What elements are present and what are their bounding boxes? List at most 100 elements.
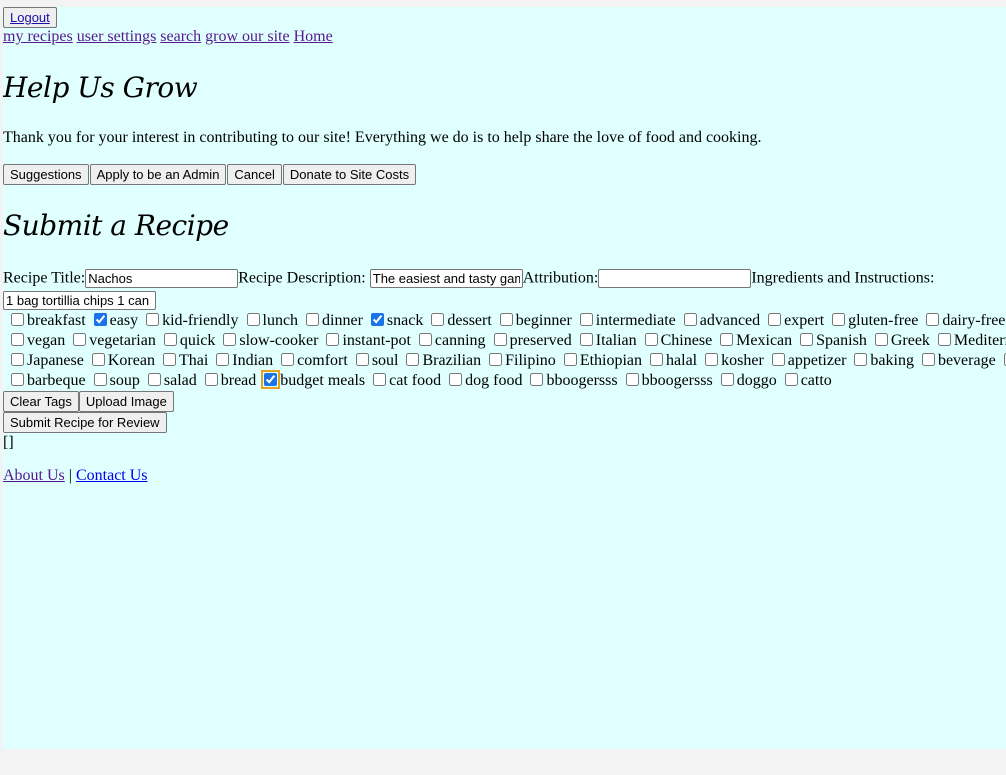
tag-checkbox[interactable]: [306, 313, 320, 326]
tag-item[interactable]: soul: [348, 352, 398, 369]
clear-tags-button[interactable]: Clear Tags: [3, 391, 79, 412]
tag-checkbox[interactable]: [854, 353, 868, 366]
tag-checkbox[interactable]: [204, 373, 218, 386]
tag-checkbox[interactable]: [768, 313, 782, 326]
tag-item[interactable]: salad: [140, 372, 197, 389]
nav-link-grow-our-site[interactable]: grow our site: [205, 28, 289, 45]
tag-item[interactable]: Italian: [572, 332, 637, 349]
tag-item[interactable]: bread: [197, 372, 256, 389]
apply-admin-button[interactable]: Apply to be an Admin: [89, 164, 227, 185]
contact-us-link[interactable]: Contact Us: [76, 467, 148, 484]
upload-image-button[interactable]: Upload Image: [78, 391, 174, 412]
tag-checkbox[interactable]: [326, 333, 340, 346]
tag-checkbox[interactable]: [162, 353, 176, 366]
tag-checkbox[interactable]: [73, 333, 87, 346]
tag-item[interactable]: dinner: [298, 312, 363, 329]
tag-item[interactable]: instant-pot: [318, 332, 411, 349]
tag-item[interactable]: soup: [86, 372, 140, 389]
tag-checkbox[interactable]: [921, 353, 935, 366]
tag-item[interactable]: Thai: [155, 352, 208, 369]
tag-item[interactable]: Brazilian: [398, 352, 481, 369]
tag-item[interactable]: advanced: [676, 312, 760, 329]
tag-item[interactable]: Filipino: [481, 352, 556, 369]
donate-button[interactable]: Donate to Site Costs: [282, 164, 417, 185]
tag-checkbox[interactable]: [874, 333, 888, 346]
tag-item[interactable]: cat food: [365, 372, 441, 389]
tag-checkbox[interactable]: [93, 373, 107, 386]
tag-checkbox[interactable]: [650, 353, 664, 366]
tag-item[interactable]: canning: [411, 332, 486, 349]
tag-checkbox[interactable]: [563, 353, 577, 366]
tag-checkbox[interactable]: [683, 313, 697, 326]
tag-item[interactable]: dessert: [423, 312, 492, 329]
tag-checkbox[interactable]: [373, 373, 387, 386]
tag-checkbox[interactable]: [771, 353, 785, 366]
tag-checkbox[interactable]: [223, 333, 237, 346]
ingredients-input[interactable]: [3, 291, 156, 310]
tag-item[interactable]: beginner: [492, 312, 572, 329]
tag-checkbox[interactable]: [720, 333, 734, 346]
tag-checkbox[interactable]: [216, 353, 230, 366]
tag-checkbox[interactable]: [406, 353, 420, 366]
tag-checkbox[interactable]: [11, 333, 24, 346]
tag-item[interactable]: slow-cooker: [215, 332, 318, 349]
logout-button[interactable]: Logout: [3, 7, 57, 28]
tag-item[interactable]: Indian: [208, 352, 273, 369]
tag-checkbox[interactable]: [418, 333, 432, 346]
tag-checkbox[interactable]: [449, 373, 463, 386]
tag-item[interactable]: bboogersss: [522, 372, 618, 389]
tag-item[interactable]: Mexican: [712, 332, 792, 349]
tag-checkbox[interactable]: [499, 313, 513, 326]
tag-item[interactable]: barbeque: [3, 372, 86, 389]
tag-item[interactable]: appetizer: [764, 352, 846, 369]
tag-item[interactable]: dog food: [441, 372, 522, 389]
recipe-description-input[interactable]: [369, 269, 523, 288]
nav-link-search[interactable]: search: [160, 28, 201, 45]
tag-item[interactable]: comfort: [273, 352, 348, 369]
tag-item[interactable]: preserved: [486, 332, 572, 349]
nav-link-home[interactable]: Home: [294, 28, 333, 45]
tag-item[interactable]: Chinese: [637, 332, 712, 349]
tag-item[interactable]: intermediate: [572, 312, 676, 329]
tag-checkbox[interactable]: [720, 373, 734, 386]
tag-checkbox[interactable]: [163, 333, 177, 346]
tag-item[interactable]: Spanish: [792, 332, 867, 349]
tag-checkbox[interactable]: [493, 333, 507, 346]
tag-checkbox[interactable]: [146, 313, 160, 326]
tag-item[interactable]: Korean: [84, 352, 155, 369]
nav-link-user-settings[interactable]: user settings: [77, 28, 157, 45]
tag-item[interactable]: lunch: [239, 312, 298, 329]
tag-checkbox[interactable]: [11, 313, 24, 326]
tag-checkbox[interactable]: [355, 353, 369, 366]
tag-checkbox[interactable]: [281, 353, 295, 366]
tag-item[interactable]: doggo: [713, 372, 777, 389]
tag-checkbox[interactable]: [579, 313, 593, 326]
tag-item[interactable]: baking: [846, 352, 914, 369]
tag-checkbox[interactable]: [800, 333, 814, 346]
tag-checkbox[interactable]: [644, 333, 658, 346]
tag-item[interactable]: Greek: [867, 332, 930, 349]
tag-item[interactable]: catto: [777, 372, 832, 389]
nav-link-my-recipes[interactable]: my recipes: [3, 28, 73, 45]
tag-item[interactable]: Mediterranean: [930, 332, 1006, 349]
tag-checkbox[interactable]: [147, 373, 161, 386]
tag-checkbox[interactable]: [93, 313, 107, 326]
tag-item[interactable]: snack: [363, 312, 423, 329]
tag-item[interactable]: dairy-free: [918, 312, 1005, 329]
tag-item[interactable]: easy: [86, 312, 138, 329]
tag-item[interactable]: budget meals: [256, 370, 365, 389]
tag-item[interactable]: expert: [760, 312, 824, 329]
tag-item[interactable]: Japanese: [3, 352, 84, 369]
tag-item[interactable]: Ethiopian: [556, 352, 642, 369]
tag-checkbox[interactable]: [261, 370, 281, 389]
tag-checkbox[interactable]: [11, 373, 24, 386]
tag-checkbox[interactable]: [11, 353, 24, 366]
tag-item[interactable]: bboogersss: [618, 372, 713, 389]
tag-checkbox[interactable]: [625, 373, 639, 386]
tag-item[interactable]: kid-friendly: [138, 312, 239, 329]
tag-item[interactable]: breakfast: [3, 312, 86, 329]
tag-item[interactable]: kosher: [697, 352, 764, 369]
tag-checkbox[interactable]: [246, 313, 260, 326]
submit-recipe-button[interactable]: Submit Recipe for Review: [3, 412, 167, 433]
recipe-title-input[interactable]: [85, 269, 239, 288]
